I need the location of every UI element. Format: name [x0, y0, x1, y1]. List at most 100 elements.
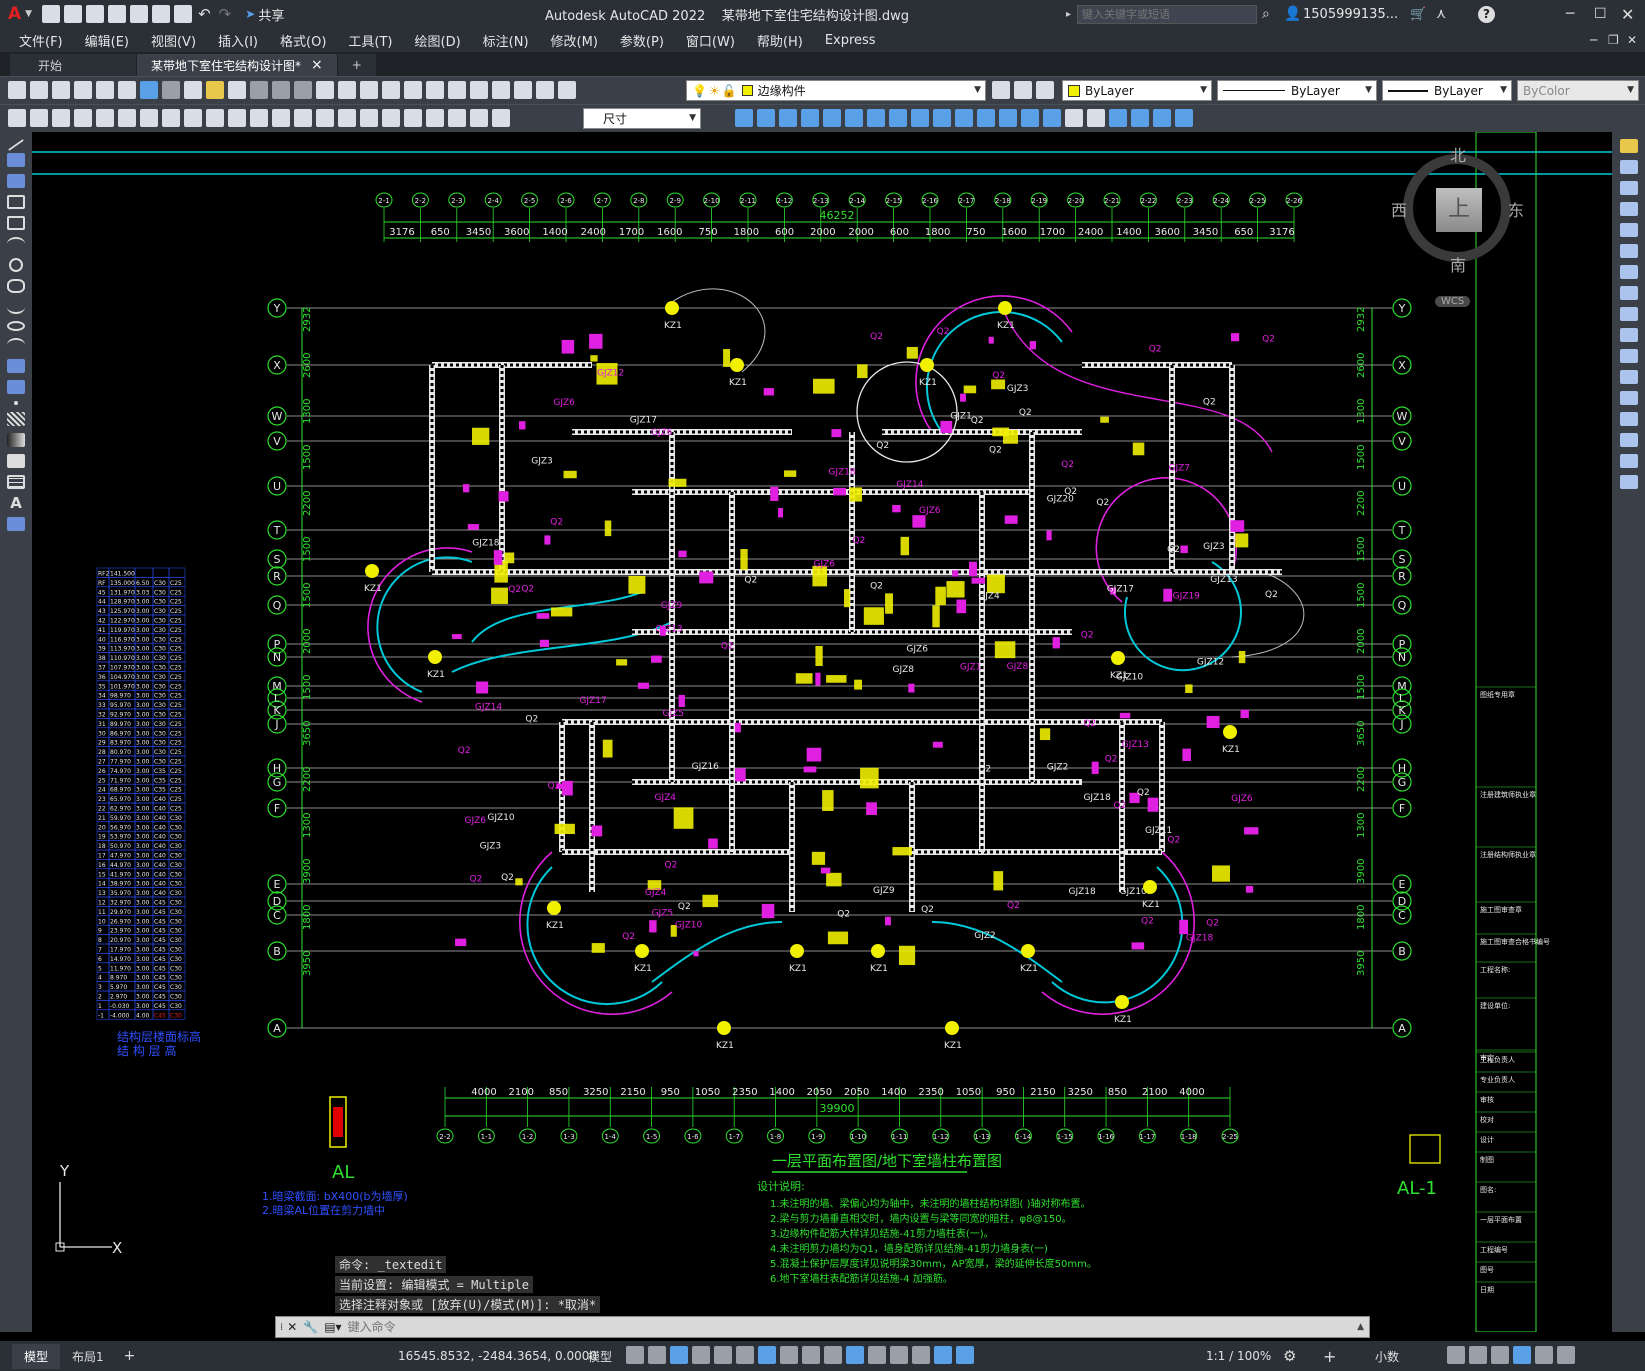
units-dropdown[interactable]: 小数	[1375, 1348, 1399, 1365]
viewcube[interactable]: 上 北 南 西 东 WCS	[1391, 142, 1524, 312]
selection-filter-icon[interactable]	[890, 1346, 908, 1364]
viewcube-south[interactable]: 南	[1450, 252, 1466, 276]
blend-icon[interactable]	[1087, 109, 1105, 127]
menu-file[interactable]: 文件(F)	[8, 31, 74, 50]
gradient-icon[interactable]	[7, 433, 25, 447]
dimstyle-dropdown[interactable]: 尺寸 ▼	[583, 108, 701, 129]
object-snap-icon[interactable]	[758, 1346, 776, 1364]
r-move-icon[interactable]	[1619, 244, 1638, 258]
circle-icon[interactable]	[9, 258, 23, 272]
preview-icon[interactable]	[96, 81, 114, 99]
region-icon[interactable]	[7, 454, 25, 468]
trim-icon[interactable]	[933, 109, 951, 127]
toolbar2-icon-1[interactable]	[8, 109, 26, 127]
menu-window[interactable]: 窗口(W)	[675, 31, 746, 50]
r-array-icon[interactable]	[1619, 223, 1638, 237]
doc-close-button[interactable]: ✕	[1627, 33, 1637, 47]
object-snap-tracking-icon[interactable]	[736, 1346, 754, 1364]
point-icon[interactable]	[14, 401, 18, 405]
zoom-realtime-icon[interactable]	[338, 81, 356, 99]
menu-insert[interactable]: 插入(I)	[207, 31, 269, 50]
dim-space-icon[interactable]	[316, 109, 334, 127]
search-icon[interactable]: ⌕	[1262, 6, 1270, 22]
cart-icon[interactable]: 🛒	[1410, 7, 1426, 22]
tool-palettes-icon[interactable]	[448, 81, 466, 99]
dim-diameter-icon[interactable]	[206, 109, 224, 127]
viewcube-west[interactable]: 西	[1391, 197, 1407, 221]
cmd-grip-icon[interactable]: ⁞	[280, 1322, 283, 1333]
stretch-icon[interactable]	[911, 109, 929, 127]
user-icon[interactable]: 👤	[1284, 6, 1301, 22]
plot-icon[interactable]	[174, 5, 193, 23]
edit-spline-icon[interactable]	[1131, 109, 1149, 127]
r-rotate-icon[interactable]	[1619, 265, 1638, 279]
matchprop-icon[interactable]	[228, 81, 246, 99]
scale-icon[interactable]	[889, 109, 907, 127]
jogged-linear-icon[interactable]	[426, 109, 444, 127]
break-icon[interactable]	[977, 109, 995, 127]
doc-minimize-button[interactable]: ─	[1590, 33, 1597, 47]
workspace-gear-icon[interactable]: ⚙	[1283, 1347, 1296, 1365]
r-chamfer-icon[interactable]	[1619, 433, 1638, 447]
r-blend-icon[interactable]	[1619, 475, 1638, 489]
maximize-button[interactable]: ☐	[1594, 6, 1607, 22]
r-mirror-icon[interactable]	[1619, 181, 1638, 195]
dim-baseline-icon[interactable]	[272, 109, 290, 127]
fillet-icon[interactable]	[1043, 109, 1061, 127]
clean-screen-icon[interactable]	[1535, 1346, 1553, 1364]
menu-parametric[interactable]: 参数(P)	[609, 31, 675, 50]
gizmo-icon[interactable]	[912, 1346, 930, 1364]
autodesk-a360-icon[interactable]: ⋏	[1436, 6, 1446, 22]
dim-break-icon[interactable]	[338, 109, 356, 127]
share-icon[interactable]: ➤	[245, 7, 255, 21]
pan-icon[interactable]	[316, 81, 334, 99]
zoom-previous-icon[interactable]	[382, 81, 400, 99]
layer-properties-icon[interactable]	[558, 81, 576, 99]
table-icon[interactable]	[7, 475, 25, 489]
mirror-icon[interactable]	[779, 109, 797, 127]
drawing-canvas[interactable]: Q2 GJZ10 GJZ6 GJZ6 Q2 GJZ12 Q2 Q2 Q2 GJZ13 Q2 Q2 GJZ…	[32, 132, 1612, 1332]
dim-update-icon[interactable]	[492, 109, 510, 127]
close-button[interactable]: ✕	[1621, 5, 1634, 24]
save-as-icon[interactable]	[108, 5, 127, 23]
extend-icon[interactable]	[955, 109, 973, 127]
menu-draw[interactable]: 绘图(D)	[404, 31, 472, 50]
lock-ui-icon[interactable]	[1469, 1346, 1487, 1364]
r-trim-icon[interactable]	[1619, 328, 1638, 342]
print-icon[interactable]	[74, 81, 92, 99]
copy-icon[interactable]	[184, 81, 202, 99]
r-extend-icon[interactable]	[1619, 349, 1638, 363]
new-file-icon[interactable]	[42, 5, 61, 23]
qnew-icon[interactable]	[8, 81, 26, 99]
transparency-icon[interactable]	[802, 1346, 820, 1364]
calculator-icon[interactable]	[514, 81, 532, 99]
lineweight-status-icon[interactable]	[780, 1346, 798, 1364]
undo-toolbar-icon[interactable]	[272, 81, 290, 99]
layout-tab-layout1[interactable]: 布局1	[60, 1344, 116, 1369]
viewcube-east[interactable]: 东	[1508, 197, 1524, 221]
cmd-customize-icon[interactable]: 🔧	[303, 1320, 318, 1334]
edit-array-icon[interactable]	[1175, 109, 1193, 127]
tolerance-icon[interactable]	[360, 109, 378, 127]
snap-icon[interactable]	[648, 1346, 666, 1364]
dim-arc-icon[interactable]	[118, 109, 136, 127]
lineweight-dropdown[interactable]: ByLayer ▼	[1382, 80, 1512, 101]
zoom-window-icon[interactable]	[360, 81, 378, 99]
menu-view[interactable]: 视图(V)	[140, 31, 207, 50]
tab-document[interactable]: 某带地下室住宅结构设计图* ×	[137, 54, 338, 76]
linetype-dropdown[interactable]: ByLayer ▼	[1217, 80, 1377, 101]
wcs-menu[interactable]: WCS	[1435, 296, 1471, 307]
line-icon[interactable]	[8, 139, 24, 151]
cmd-scroll-icon[interactable]: ▲	[1357, 1322, 1364, 1332]
tab-start[interactable]: 开始	[10, 54, 138, 76]
construction-line-icon[interactable]	[7, 153, 25, 167]
menu-edit[interactable]: 编辑(E)	[74, 31, 140, 50]
user-account[interactable]: 1505999135...	[1303, 7, 1398, 22]
inspect-icon[interactable]	[404, 109, 422, 127]
paste-icon[interactable]	[206, 81, 224, 99]
redo-toolbar-icon[interactable]	[294, 81, 312, 99]
viewcube-north[interactable]: 北	[1450, 142, 1466, 166]
hatch-icon[interactable]	[7, 412, 25, 426]
make-current-icon[interactable]	[992, 81, 1010, 99]
offset-icon[interactable]	[801, 109, 819, 127]
